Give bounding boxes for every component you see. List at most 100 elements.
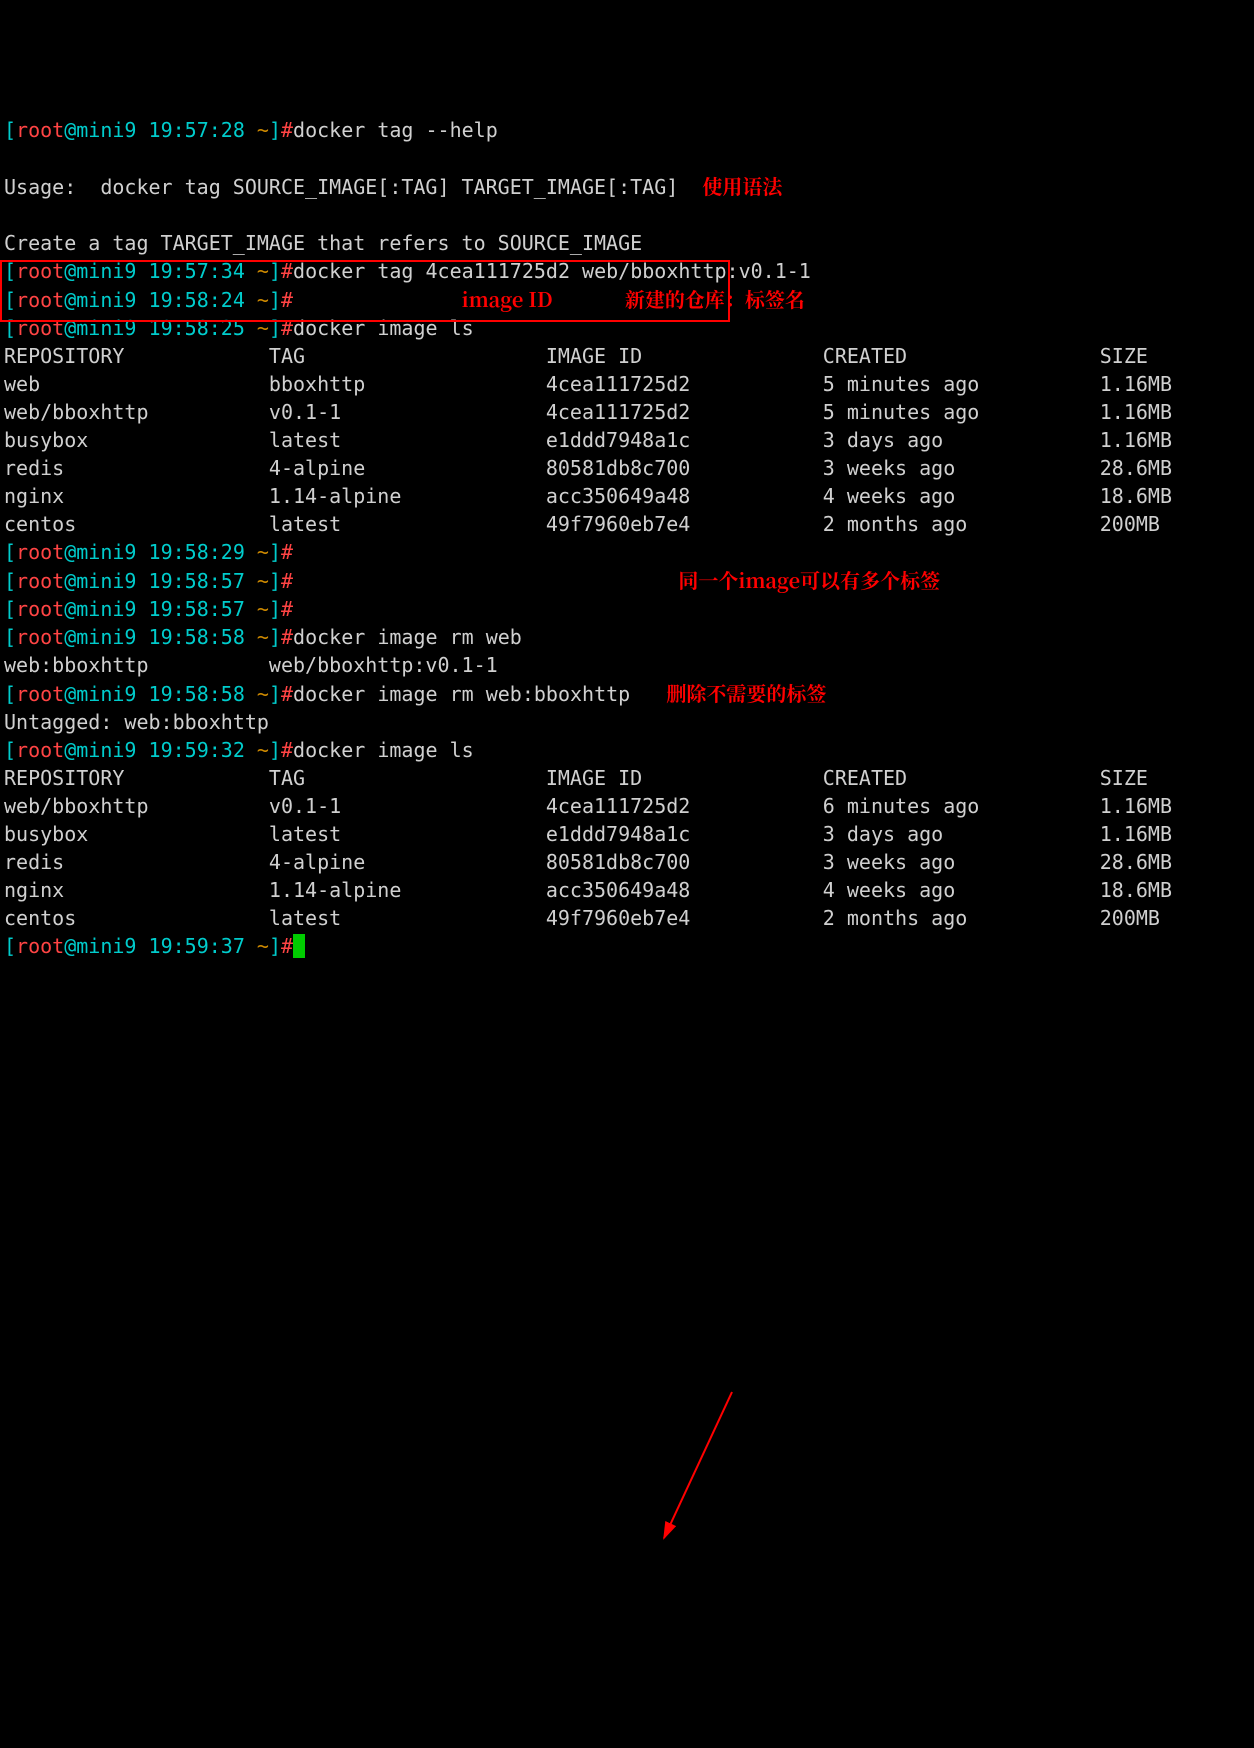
prompt-path: ~ bbox=[257, 934, 269, 958]
prompt-host: mini9 bbox=[76, 682, 136, 706]
prompt-hash: # bbox=[281, 597, 293, 621]
prompt-path: ~ bbox=[257, 597, 269, 621]
annotation-multitag: 同一个image可以有多个标签 bbox=[678, 565, 940, 594]
prompt-path: ~ bbox=[257, 682, 269, 706]
command-text: docker image ls bbox=[293, 316, 474, 340]
prompt-host: mini9 bbox=[76, 934, 136, 958]
output-line: web:bboxhttp web/bboxhttp:v0.1-1 bbox=[4, 653, 498, 677]
prompt-hash: # bbox=[281, 316, 293, 340]
prompt-bracket: [ bbox=[4, 934, 16, 958]
spacer bbox=[293, 569, 678, 593]
prompt-at: @ bbox=[64, 738, 76, 762]
prompt-time: 19:58:58 bbox=[136, 625, 256, 649]
prompt-user: root bbox=[16, 540, 64, 564]
prompt-time: 19:58:29 bbox=[136, 540, 256, 564]
command-text: docker tag 4cea111725d2 web/bboxhttp:v0.… bbox=[293, 259, 811, 283]
table-row: centos latest 49f7960eb7e4 2 months ago … bbox=[4, 512, 1160, 536]
prompt-at: @ bbox=[64, 118, 76, 142]
prompt-bracket: [ bbox=[4, 569, 16, 593]
annotation-usage: 使用语法 bbox=[702, 171, 782, 200]
command-text: docker image rm web:bboxhttp bbox=[293, 682, 630, 706]
command-text bbox=[293, 288, 462, 312]
prompt-time: 19:58:57 bbox=[136, 569, 256, 593]
prompt-user: root bbox=[16, 597, 64, 621]
table-row: nginx 1.14-alpine acc350649a48 4 weeks a… bbox=[4, 484, 1172, 508]
prompt-path: ~ bbox=[257, 288, 269, 312]
prompt-host: mini9 bbox=[76, 316, 136, 340]
prompt-user: root bbox=[16, 316, 64, 340]
prompt-time: 19:58:24 bbox=[136, 288, 256, 312]
prompt-user: root bbox=[16, 118, 64, 142]
prompt-bracket: ] bbox=[269, 118, 281, 142]
prompt-user: root bbox=[16, 288, 64, 312]
prompt-at: @ bbox=[64, 540, 76, 564]
prompt-bracket: [ bbox=[4, 738, 16, 762]
prompt-bracket: ] bbox=[269, 934, 281, 958]
prompt-hash: # bbox=[281, 934, 293, 958]
annotation-newrepo: 新建的仓库：标签名 bbox=[625, 284, 805, 313]
prompt-host: mini9 bbox=[76, 569, 136, 593]
table-row: web/bboxhttp v0.1-1 4cea111725d2 5 minut… bbox=[4, 400, 1172, 424]
prompt-time: 19:58:25 bbox=[136, 316, 256, 340]
prompt-bracket: [ bbox=[4, 682, 16, 706]
table-row: nginx 1.14-alpine acc350649a48 4 weeks a… bbox=[4, 878, 1172, 902]
output-line: Untagged: web:bboxhttp bbox=[4, 710, 269, 734]
prompt-host: mini9 bbox=[76, 738, 136, 762]
prompt-time: 19:58:58 bbox=[136, 682, 256, 706]
prompt-bracket: [ bbox=[4, 288, 16, 312]
prompt-at: @ bbox=[64, 625, 76, 649]
table-row: web bboxhttp 4cea111725d2 5 minutes ago … bbox=[4, 372, 1172, 396]
prompt-bracket: [ bbox=[4, 625, 16, 649]
prompt-bracket: ] bbox=[269, 259, 281, 283]
table-row: web/bboxhttp v0.1-1 4cea111725d2 6 minut… bbox=[4, 794, 1172, 818]
prompt-host: mini9 bbox=[76, 259, 136, 283]
prompt-at: @ bbox=[64, 316, 76, 340]
prompt-path: ~ bbox=[257, 316, 269, 340]
prompt-host: mini9 bbox=[76, 540, 136, 564]
prompt-path: ~ bbox=[257, 259, 269, 283]
prompt-path: ~ bbox=[257, 118, 269, 142]
prompt-host: mini9 bbox=[76, 625, 136, 649]
prompt-bracket: [ bbox=[4, 259, 16, 283]
cursor[interactable] bbox=[293, 934, 305, 958]
table-row: busybox latest e1ddd7948a1c 3 days ago 1… bbox=[4, 822, 1172, 846]
prompt-hash: # bbox=[281, 738, 293, 762]
prompt-at: @ bbox=[64, 934, 76, 958]
prompt-at: @ bbox=[64, 682, 76, 706]
table-row: redis 4-alpine 80581db8c700 3 weeks ago … bbox=[4, 850, 1172, 874]
table-row: redis 4-alpine 80581db8c700 3 weeks ago … bbox=[4, 456, 1172, 480]
prompt-bracket: ] bbox=[269, 738, 281, 762]
prompt-at: @ bbox=[64, 288, 76, 312]
table-row: centos latest 49f7960eb7e4 2 months ago … bbox=[4, 906, 1160, 930]
output-line: Create a tag TARGET_IMAGE that refers to… bbox=[4, 231, 642, 255]
prompt-bracket: ] bbox=[269, 540, 281, 564]
prompt-at: @ bbox=[64, 259, 76, 283]
command-text: docker image ls bbox=[293, 738, 474, 762]
table-row: busybox latest e1ddd7948a1c 3 days ago 1… bbox=[4, 428, 1172, 452]
prompt-hash: # bbox=[281, 540, 293, 564]
prompt-user: root bbox=[16, 682, 64, 706]
usage-line: Usage: docker tag SOURCE_IMAGE[:TAG] TAR… bbox=[4, 175, 678, 199]
prompt-bracket: ] bbox=[269, 625, 281, 649]
prompt-user: root bbox=[16, 625, 64, 649]
prompt-path: ~ bbox=[257, 540, 269, 564]
prompt-time: 19:57:28 bbox=[136, 118, 256, 142]
prompt-host: mini9 bbox=[76, 597, 136, 621]
table-header: REPOSITORY TAG IMAGE ID CREATED SIZE bbox=[4, 766, 1148, 790]
terminal-output[interactable]: [root@mini9 19:57:28 ~]#docker tag --hel… bbox=[4, 116, 1250, 960]
prompt-user: root bbox=[16, 738, 64, 762]
prompt-host: mini9 bbox=[76, 288, 136, 312]
prompt-at: @ bbox=[64, 597, 76, 621]
annotation-imageid: image ID bbox=[462, 284, 553, 313]
prompt-hash: # bbox=[281, 259, 293, 283]
prompt-time: 19:59:32 bbox=[136, 738, 256, 762]
annotation-delete: 删除不需要的标签 bbox=[666, 678, 826, 707]
prompt-bracket: ] bbox=[269, 288, 281, 312]
prompt-user: root bbox=[16, 259, 64, 283]
prompt-bracket: [ bbox=[4, 316, 16, 340]
spacer bbox=[553, 288, 625, 312]
prompt-path: ~ bbox=[257, 738, 269, 762]
command-text: docker image rm web bbox=[293, 625, 522, 649]
prompt-bracket: ] bbox=[269, 316, 281, 340]
prompt-hash: # bbox=[281, 288, 293, 312]
